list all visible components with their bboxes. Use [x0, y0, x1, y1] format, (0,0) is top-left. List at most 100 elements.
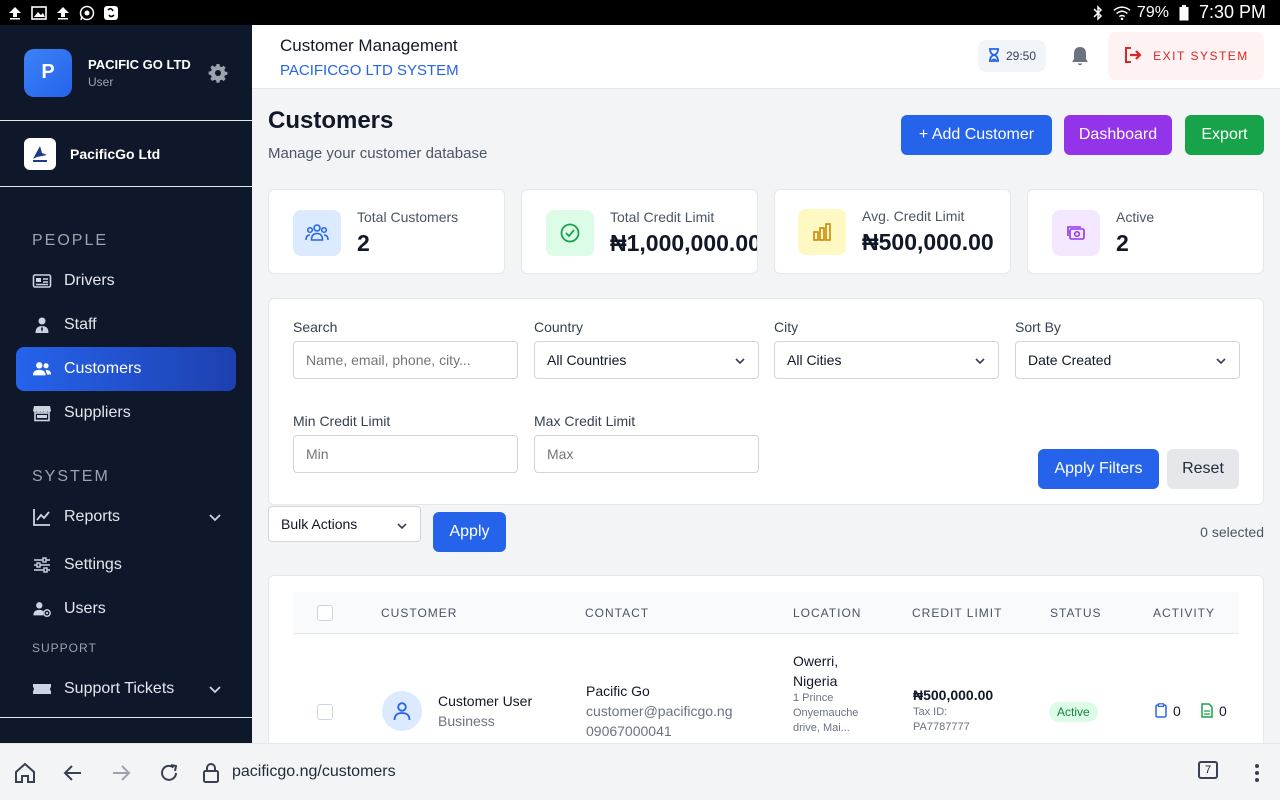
gear-icon[interactable] — [208, 63, 228, 83]
sidebar-item-label: Customers — [64, 360, 142, 377]
credit-limit-value: ₦500,000.00 — [913, 687, 994, 703]
filter-panel: Search Country All Countries City All Ci… — [268, 298, 1264, 505]
check-circle-icon — [546, 210, 594, 256]
export-button[interactable]: Export — [1185, 115, 1264, 155]
users-icon — [293, 210, 341, 256]
contact-phone: 09067000041 — [586, 723, 672, 739]
status-badge: Active — [1049, 702, 1098, 722]
stat-label: Total Customers — [357, 209, 459, 225]
clock: 7:30 PM — [1198, 2, 1266, 22]
forward-arrow-icon[interactable] — [110, 762, 132, 784]
wifi-icon — [1113, 5, 1131, 21]
sort-select[interactable]: Date Created — [1015, 341, 1240, 379]
sidebar-item-reports[interactable]: Reports — [16, 495, 236, 539]
exit-system-button[interactable]: EXIT SYSTEM — [1108, 32, 1264, 80]
sidebar-item-customers[interactable]: Customers — [16, 347, 236, 391]
location-country: Nigeria — [793, 673, 838, 689]
company-name: PacificGo Ltd — [70, 145, 161, 162]
sidebar: P PACIFIC GO LTD User PacificGo Ltd PEOP… — [0, 25, 252, 743]
sidebar-profile: P PACIFIC GO LTD User — [0, 25, 252, 121]
company-logo-icon — [24, 137, 56, 170]
customer-type: Business — [438, 713, 495, 729]
battery-icon — [1175, 4, 1193, 21]
user-cog-icon — [32, 599, 52, 619]
sidebar-item-users[interactable]: Users — [16, 587, 236, 631]
timer-value: 29:50 — [1006, 49, 1037, 63]
chevron-down-icon — [734, 354, 746, 366]
user-tie-icon — [32, 315, 52, 335]
sort-label: Sort By — [1015, 319, 1061, 335]
chevron-down-icon — [208, 682, 222, 696]
page-title: Customers — [268, 107, 394, 134]
sidebar-company[interactable]: PacificGo Ltd — [0, 121, 252, 187]
bluetooth-icon — [1089, 4, 1107, 21]
upload-icon — [6, 5, 24, 21]
hourglass-icon — [988, 47, 1000, 65]
column-header: ACTIVITY — [1153, 606, 1216, 620]
sidebar-item-support-tickets[interactable]: Support Tickets — [16, 667, 236, 711]
more-vertical-icon[interactable] — [1246, 762, 1268, 784]
url-bar[interactable]: pacificgo.ng/customers — [232, 763, 396, 781]
bulk-actions-select[interactable]: Bulk Actions — [268, 506, 421, 542]
battery-percent: 79% — [1136, 3, 1169, 21]
stat-card-total-customers: Total Customers 2 — [268, 189, 505, 274]
row-checkbox[interactable] — [317, 704, 333, 720]
sidebar-divider — [0, 717, 252, 718]
table-header: CUSTOMER CONTACT LOCATION CREDIT LIMIT S… — [293, 592, 1239, 634]
location-address: 1 Prince Onyemauche drive, Mai... — [793, 692, 859, 734]
store-icon — [32, 403, 52, 423]
lock-icon[interactable] — [202, 762, 224, 784]
sidebar-item-drivers[interactable]: Drivers — [16, 259, 236, 303]
chevron-down-icon — [396, 519, 408, 531]
country-select-value: All Countries — [547, 352, 627, 368]
max-credit-input[interactable] — [534, 435, 759, 473]
dashboard-button[interactable]: Dashboard — [1064, 115, 1172, 155]
profile-avatar: P — [24, 48, 72, 97]
sidebar-item-settings[interactable]: Settings — [16, 543, 236, 587]
shazam-icon — [102, 5, 120, 21]
column-header: CONTACT — [585, 606, 650, 620]
home-icon[interactable] — [14, 762, 36, 784]
stat-card-active: Active 2 — [1027, 189, 1264, 274]
city-select[interactable]: All Cities — [774, 341, 999, 379]
column-header: CUSTOMER — [381, 606, 458, 620]
session-timer: 29:50 — [978, 40, 1047, 72]
users-icon — [32, 359, 52, 379]
back-arrow-icon[interactable] — [62, 762, 84, 784]
chevron-down-icon — [1215, 354, 1227, 366]
sidebar-item-staff[interactable]: Staff — [16, 303, 236, 347]
sidebar-item-label: Staff — [64, 316, 97, 333]
reset-button[interactable]: Reset — [1167, 449, 1239, 489]
image-icon — [30, 5, 48, 21]
reload-icon[interactable] — [158, 762, 180, 784]
exit-system-label: EXIT SYSTEM — [1153, 49, 1249, 63]
tab-count-button[interactable]: 7 — [1198, 761, 1218, 779]
profile-name: PACIFIC GO LTD — [88, 56, 191, 72]
header-title: Customer Management — [280, 36, 458, 55]
customer-name[interactable]: Customer User — [438, 693, 532, 709]
select-all-checkbox[interactable] — [317, 605, 333, 621]
whatsapp-icon — [78, 5, 96, 21]
stat-card-total-credit-limit: Total Credit Limit ₦1,000,000.00 — [521, 189, 758, 274]
bulk-apply-button[interactable]: Apply — [433, 512, 506, 552]
stat-card-avg-credit-limit: Avg. Credit Limit ₦500,000.00 — [774, 189, 1011, 274]
sidebar-item-suppliers[interactable]: Suppliers — [16, 391, 236, 435]
stat-label: Total Credit Limit — [610, 209, 715, 225]
min-credit-input[interactable] — [293, 435, 518, 473]
chevron-down-icon — [974, 354, 986, 366]
search-input[interactable] — [293, 341, 518, 379]
bulk-actions-value: Bulk Actions — [281, 516, 358, 532]
stat-value: 2 — [357, 230, 370, 256]
browser-toolbar: pacificgo.ng/customers 7 — [0, 743, 1280, 800]
max-credit-label: Max Credit Limit — [534, 413, 636, 429]
apply-filters-button[interactable]: Apply Filters — [1038, 449, 1159, 489]
android-status-bar: 79% 7:30 PM — [0, 0, 1280, 25]
contact-email[interactable]: customer@pacificgo.ng — [586, 703, 733, 719]
add-customer-button[interactable]: + Add Customer — [901, 115, 1052, 155]
bell-icon[interactable] — [1070, 45, 1090, 67]
contact-name: Pacific Go — [586, 683, 650, 699]
column-header: LOCATION — [793, 606, 862, 620]
section-system: SYSTEM — [32, 468, 110, 485]
sliders-icon — [32, 555, 52, 575]
country-select[interactable]: All Countries — [534, 341, 759, 379]
